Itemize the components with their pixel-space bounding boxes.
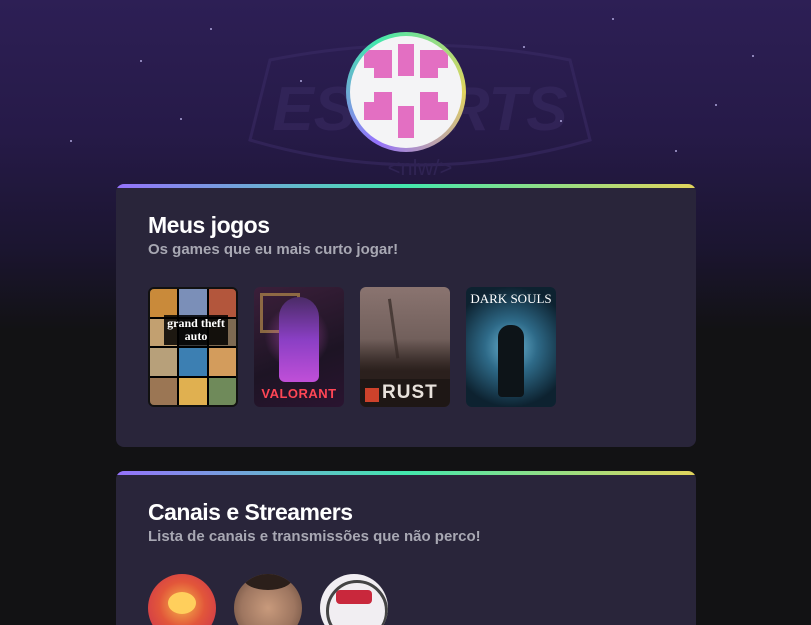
- game-cover-valorant[interactable]: VALORANT: [254, 287, 344, 407]
- game-cover-rust[interactable]: RUST: [360, 287, 450, 407]
- games-subtitle: Os games que eu mais curto jogar!: [148, 241, 399, 258]
- watermark-subtext: <nlw/>: [388, 155, 453, 180]
- rust-trees: [360, 339, 450, 379]
- channels-list: [148, 574, 388, 625]
- channels-subtitle: Lista de canais e transmissões que não p…: [148, 528, 481, 545]
- channel-avatar-1[interactable]: [148, 574, 216, 625]
- games-list: grand theft auto VALORANT RUST DARK SOUL…: [148, 287, 556, 407]
- rust-cover-title: RUST: [382, 382, 438, 403]
- game-cover-dark-souls[interactable]: DARK SOULS: [466, 287, 556, 407]
- channels-card: Canais e Streamers Lista de canais e tra…: [116, 471, 696, 625]
- avatar-image: [350, 36, 462, 148]
- valorant-cover-title: VALORANT: [261, 386, 337, 401]
- pixel-plus-icon: [364, 44, 448, 138]
- dark-souls-cover-title: DARK SOULS: [470, 291, 552, 306]
- dark-souls-knight: [498, 325, 524, 397]
- channel-avatar-2[interactable]: [234, 574, 302, 625]
- games-card: Meus jogos Os games que eu mais curto jo…: [116, 184, 696, 447]
- gta-cover-art: [150, 289, 236, 405]
- games-title: Meus jogos: [148, 212, 270, 238]
- valorant-agent: [279, 297, 319, 382]
- game-cover-gta[interactable]: grand theft auto: [148, 287, 238, 407]
- channel-avatar-3[interactable]: [320, 574, 388, 625]
- gta-cover-title: grand theft auto: [164, 315, 228, 345]
- rust-badge-icon: [365, 388, 379, 402]
- channels-title: Canais e Streamers: [148, 499, 353, 525]
- profile-avatar[interactable]: [346, 32, 466, 152]
